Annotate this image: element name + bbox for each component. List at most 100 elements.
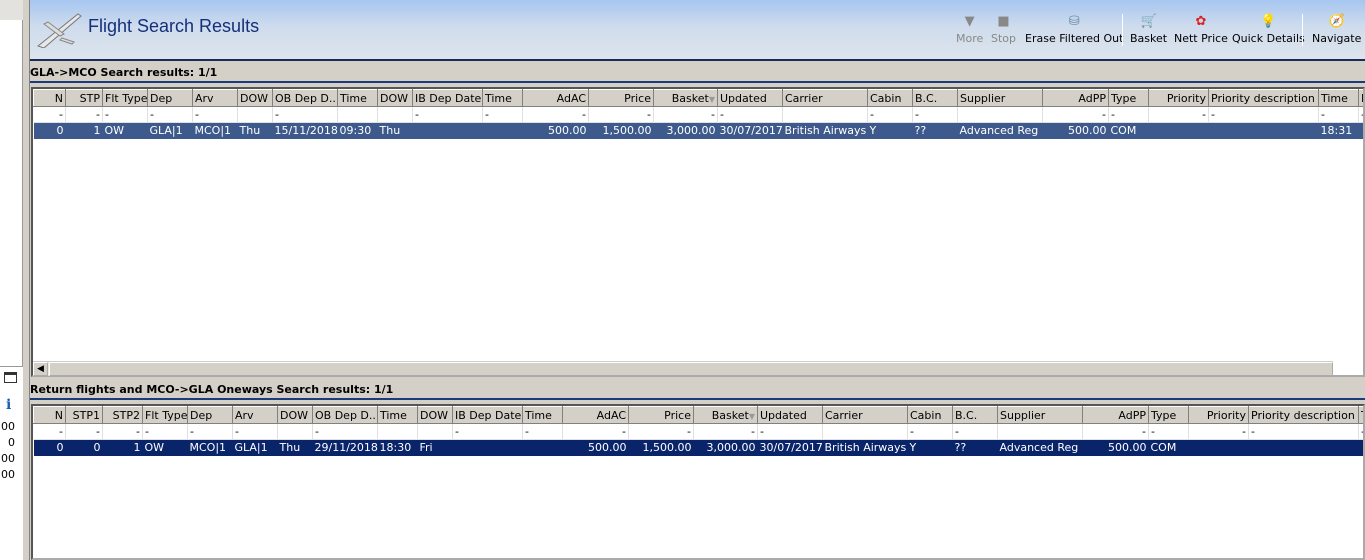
stop-button[interactable]: ■ Stop: [991, 14, 1016, 45]
filter-cell[interactable]: [237, 106, 273, 123]
filter-cell[interactable]: [782, 106, 868, 123]
column-header[interactable]: AdPP: [1042, 89, 1109, 107]
filter-cell[interactable]: -: [628, 423, 694, 440]
column-header[interactable]: Time: [482, 89, 523, 107]
filter-cell[interactable]: -: [142, 423, 188, 440]
column-header[interactable]: STP1: [65, 406, 103, 424]
filter-cell[interactable]: -: [522, 423, 563, 440]
column-header[interactable]: Dep: [147, 89, 193, 107]
column-header[interactable]: OB Dep D...: [272, 89, 338, 107]
filter-cell[interactable]: -: [452, 423, 523, 440]
horizontal-scrollbar[interactable]: ◀: [33, 361, 1333, 376]
column-header[interactable]: Time: [522, 406, 563, 424]
filter-cell[interactable]: -: [147, 106, 193, 123]
filter-cell[interactable]: -: [272, 106, 338, 123]
filter-cell[interactable]: -: [482, 106, 523, 123]
column-header[interactable]: Cabin: [867, 89, 913, 107]
window-icon[interactable]: [4, 372, 17, 383]
column-header[interactable]: Type: [1108, 89, 1149, 107]
column-header[interactable]: F: [1358, 89, 1363, 107]
column-header[interactable]: Arv: [232, 406, 278, 424]
column-header[interactable]: Supplier: [957, 89, 1043, 107]
filter-cell[interactable]: -: [522, 106, 589, 123]
filter-cell[interactable]: -: [1082, 423, 1149, 440]
filter-cell[interactable]: -: [907, 423, 953, 440]
column-header[interactable]: OB Dep D...: [312, 406, 378, 424]
filter-cell[interactable]: -: [952, 423, 998, 440]
filter-cell[interactable]: [377, 423, 418, 440]
filter-cell[interactable]: [377, 106, 413, 123]
filter-cell[interactable]: -: [588, 106, 654, 123]
column-header[interactable]: Price: [588, 89, 654, 107]
column-header[interactable]: Updated: [717, 89, 783, 107]
filter-cell[interactable]: -: [65, 106, 103, 123]
filter-cell[interactable]: -: [1108, 106, 1149, 123]
column-header[interactable]: Supplier: [997, 406, 1083, 424]
filter-cell[interactable]: -: [867, 106, 913, 123]
filter-cell[interactable]: -: [1248, 423, 1359, 440]
more-button[interactable]: ▼ More: [956, 14, 983, 45]
filter-cell[interactable]: -: [33, 106, 66, 123]
column-header[interactable]: Priority: [1148, 89, 1209, 107]
filter-row[interactable]: --------------------: [33, 106, 1363, 123]
filter-cell[interactable]: -: [1042, 106, 1109, 123]
column-header[interactable]: Flt Type: [102, 89, 148, 107]
column-header[interactable]: B.C.: [912, 89, 958, 107]
filter-cell[interactable]: -: [693, 423, 758, 440]
filter-cell[interactable]: -: [1358, 106, 1363, 123]
column-header[interactable]: DOW: [277, 406, 313, 424]
column-header[interactable]: Time: [337, 89, 378, 107]
filter-cell[interactable]: -: [232, 423, 278, 440]
column-header[interactable]: DOW: [377, 89, 413, 107]
nett-price-button[interactable]: ✿ Nett Price: [1174, 14, 1228, 45]
erase-filtered-out-button[interactable]: ⛁ Erase Filtered Out: [1025, 14, 1123, 45]
filter-cell[interactable]: -: [653, 106, 718, 123]
scroll-left-icon[interactable]: ◀: [33, 362, 48, 376]
table-row[interactable]: 0 0 1 OW MCO|1 GLA|1 Thu 29/11/2018 18:30 Fri 500.…: [33, 439, 1363, 456]
column-header[interactable]: Arv: [192, 89, 238, 107]
filter-row[interactable]: --------------------: [33, 423, 1363, 440]
column-header[interactable]: DOW: [237, 89, 273, 107]
filter-cell[interactable]: -: [1358, 423, 1363, 440]
filter-cell[interactable]: -: [412, 106, 483, 123]
column-header[interactable]: Updated: [757, 406, 823, 424]
filter-cell[interactable]: -: [102, 106, 148, 123]
quick-details-button[interactable]: 💡 Quick Details: [1232, 14, 1305, 45]
column-header[interactable]: Carrier: [782, 89, 868, 107]
splitter[interactable]: [23, 0, 30, 560]
column-header[interactable]: Basket▼: [693, 406, 758, 424]
column-header[interactable]: Priority description: [1208, 89, 1319, 107]
column-header[interactable]: Priority description: [1248, 406, 1359, 424]
column-header[interactable]: AdAC: [562, 406, 629, 424]
filter-cell[interactable]: -: [187, 423, 233, 440]
column-header[interactable]: STP2: [102, 406, 143, 424]
filter-cell[interactable]: [337, 106, 378, 123]
filter-cell[interactable]: -: [65, 423, 103, 440]
filter-cell[interactable]: [417, 423, 453, 440]
column-header[interactable]: Priority: [1188, 406, 1249, 424]
filter-cell[interactable]: -: [102, 423, 143, 440]
info-icon[interactable]: i: [6, 397, 11, 413]
column-header[interactable]: Flt Type: [142, 406, 188, 424]
column-header[interactable]: Price: [628, 406, 694, 424]
filter-cell[interactable]: -: [1318, 106, 1359, 123]
column-header[interactable]: B.C.: [952, 406, 998, 424]
column-header[interactable]: AdAC: [522, 89, 589, 107]
column-header[interactable]: T: [1358, 406, 1363, 424]
scrollbar-thumb[interactable]: [49, 362, 1333, 376]
filter-cell[interactable]: -: [1208, 106, 1319, 123]
column-header[interactable]: N: [33, 89, 66, 107]
column-header[interactable]: Cabin: [907, 406, 953, 424]
filter-cell[interactable]: -: [757, 423, 823, 440]
column-header[interactable]: Carrier: [822, 406, 908, 424]
column-header[interactable]: Time: [1318, 89, 1359, 107]
column-header[interactable]: DOW: [417, 406, 453, 424]
filter-cell[interactable]: [957, 106, 1043, 123]
filter-cell[interactable]: -: [1148, 106, 1209, 123]
filter-cell[interactable]: -: [1188, 423, 1249, 440]
filter-cell[interactable]: -: [717, 106, 783, 123]
column-header[interactable]: Time: [377, 406, 418, 424]
filter-cell[interactable]: -: [33, 423, 66, 440]
filter-cell[interactable]: -: [312, 423, 378, 440]
column-header[interactable]: STP: [65, 89, 103, 107]
